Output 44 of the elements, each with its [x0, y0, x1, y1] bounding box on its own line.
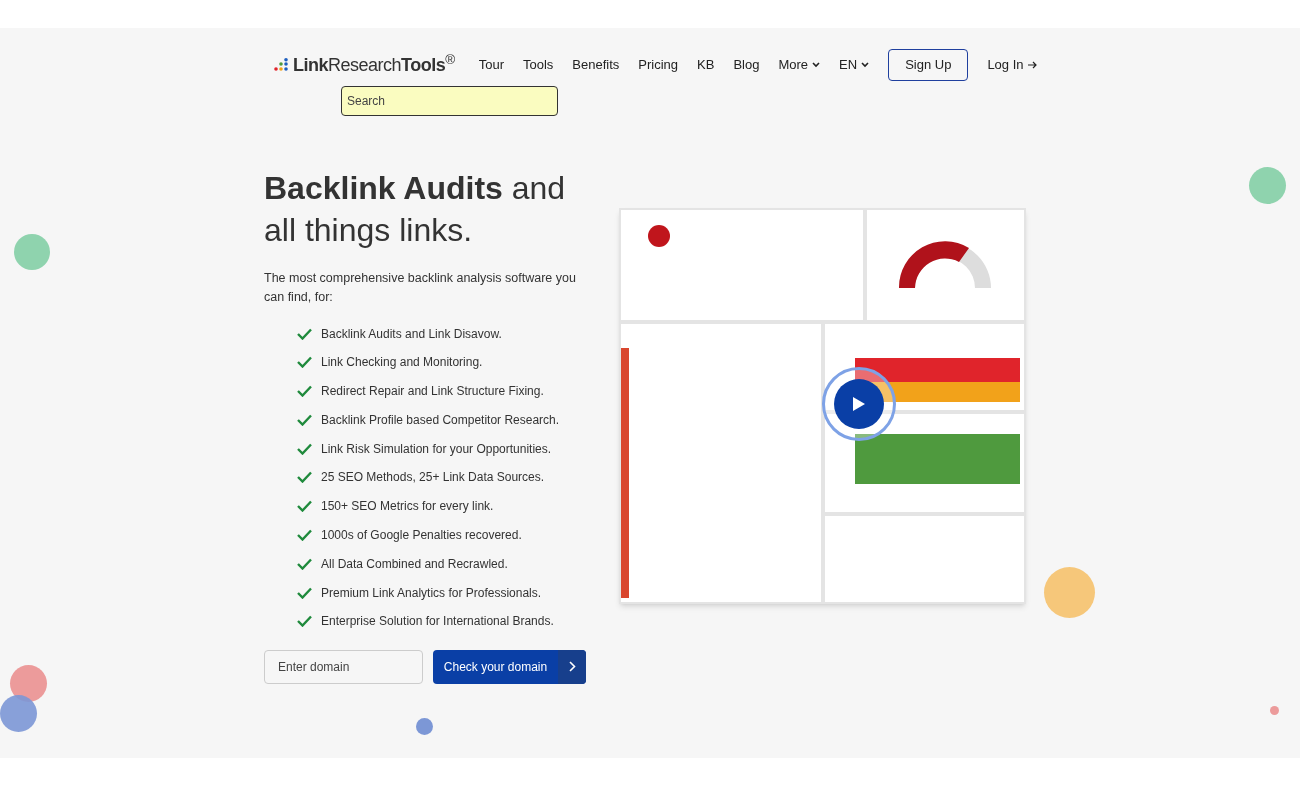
nav-link[interactable]: KB [697, 55, 715, 75]
arrow-right-icon [1027, 61, 1037, 69]
checkmark-icon [297, 557, 312, 570]
chevron-right-icon [568, 661, 576, 673]
nav-link[interactable]: Blog [733, 55, 760, 75]
domain-field[interactable]: Enter domain [264, 649, 423, 684]
search-field[interactable]: Search [341, 86, 558, 116]
chevron-down-icon [812, 62, 821, 68]
checkmark-icon [297, 471, 312, 484]
checkmark-icon [297, 327, 312, 340]
feature-text: 1000s of Google Penalties recovered. [321, 527, 522, 545]
nav-link[interactable]: Tools [523, 55, 554, 75]
checkmark-icon [297, 442, 312, 455]
feature-text: Premium Link Analytics for Professionals. [321, 584, 542, 602]
feature-text: Redirect Repair and Link Structure Fixing. [321, 383, 544, 401]
feature-text: Link Risk Simulation for your Opportunities. [321, 440, 552, 458]
checkmark-icon [297, 385, 312, 398]
checkmark-icon [297, 413, 312, 426]
logo-wordmark[interactable]: LinkResearchTools$^{®}$ [293, 51, 455, 79]
checkmark-icon [297, 356, 312, 369]
nav-link[interactable]: Pricing [638, 55, 679, 75]
nav-link[interactable]: Tour [478, 55, 504, 75]
feature-text: Link Checking and Monitoring. [321, 354, 483, 372]
feature-text: 25 SEO Methods, 25+ Link Data Sources. [321, 469, 545, 487]
sign-up-button[interactable]: Sign Up [888, 49, 969, 81]
play-icon [852, 396, 866, 412]
feature-text: All Data Combined and Recrawled. [321, 555, 508, 573]
feature-text: Backlink Audits and Link Disavow. [321, 325, 502, 343]
checkmark-icon [297, 529, 312, 542]
hero-heading: Backlink Audits and all things links. [264, 169, 567, 250]
checkmark-icon [297, 586, 312, 599]
hero-intro: The most comprehensive backlink analysis software you can find, for: [264, 270, 577, 306]
nav-link[interactable]: Benefits [572, 55, 620, 75]
logo-dots-icon [274, 58, 290, 72]
checkmark-icon [297, 615, 312, 628]
chevron-down-icon [861, 62, 870, 68]
checkmark-icon [297, 500, 312, 513]
check-domain-button[interactable]: Check your domain [433, 649, 586, 684]
nav-dropdown[interactable]: EN [839, 55, 870, 75]
feature-text: Enterprise Solution for International Brands. [321, 613, 554, 631]
feature-text: 150+ SEO Metrics for every link. [321, 498, 494, 516]
nav-dropdown[interactable]: More [778, 55, 821, 75]
feature-text: Backlink Profile based Competitor Research. [321, 411, 560, 429]
log-in-link[interactable]: Log In [987, 55, 1037, 75]
